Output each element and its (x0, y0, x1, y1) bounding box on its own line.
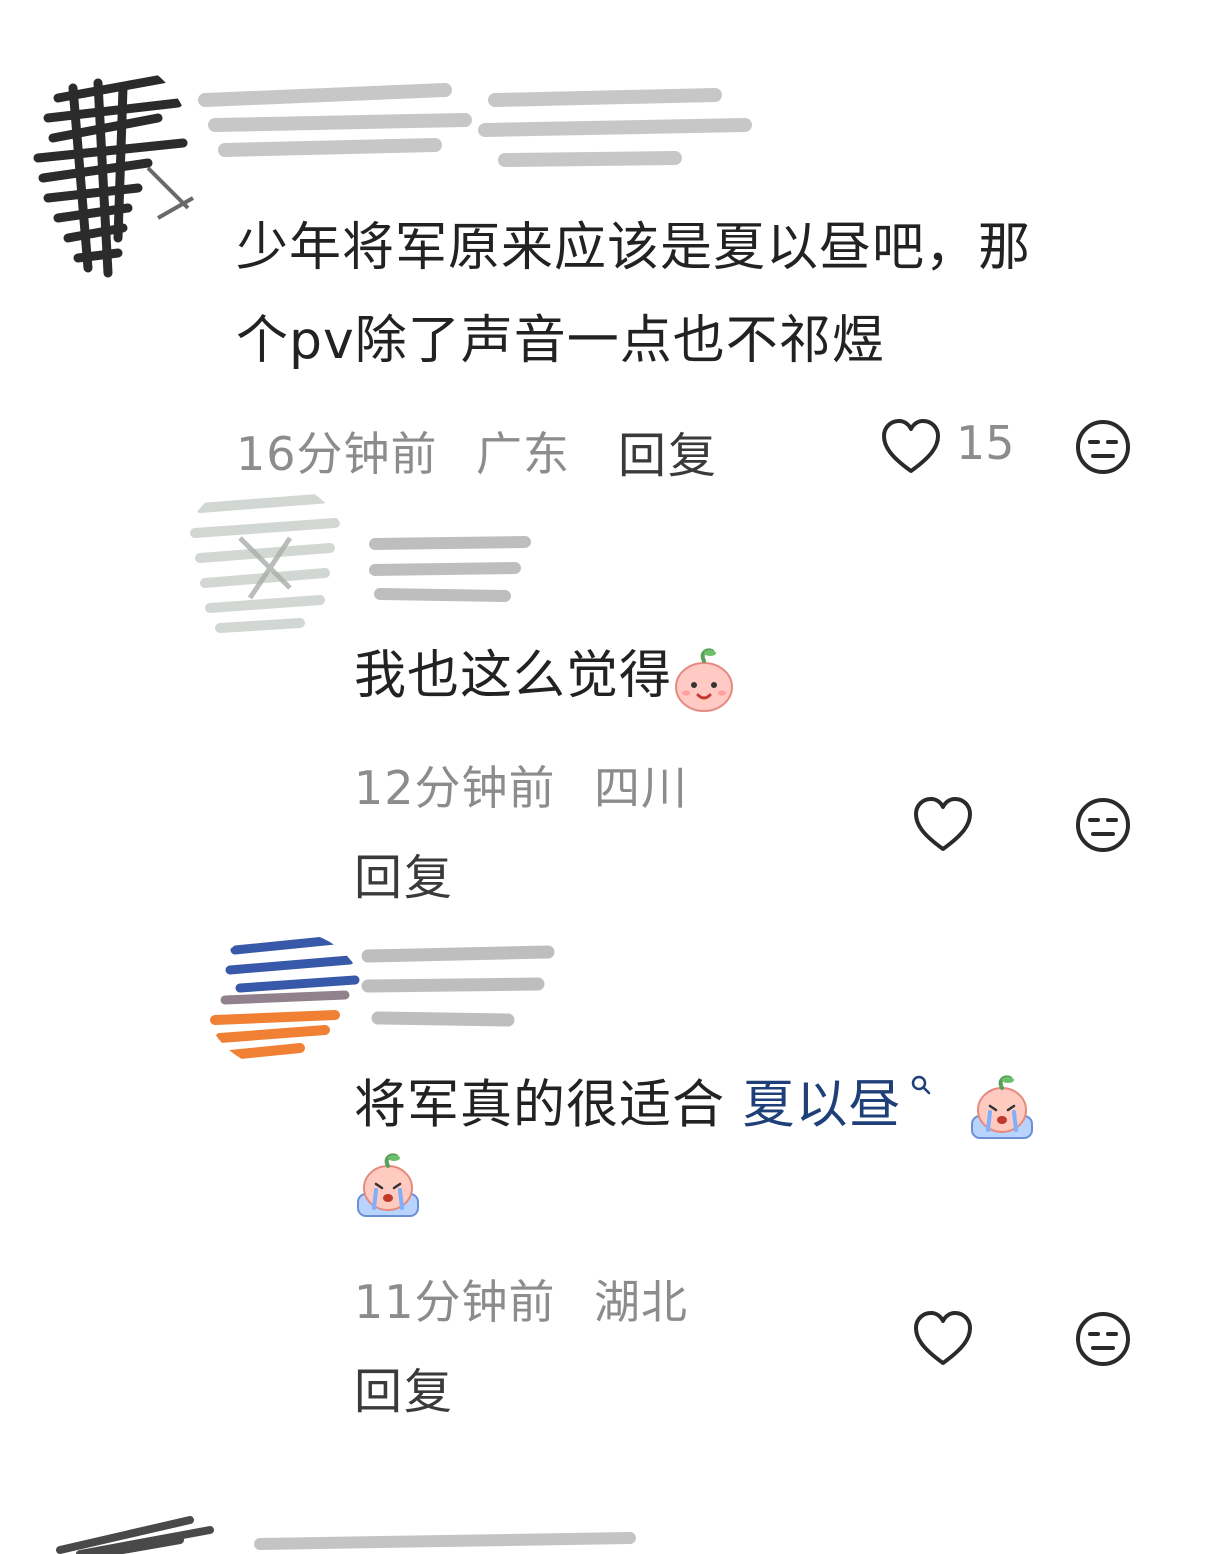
comment-location: 湖北 (594, 1275, 688, 1329)
avatar[interactable] (205, 930, 365, 1070)
search-icon[interactable] (902, 1075, 940, 1110)
reply-button[interactable]: 回复 (354, 838, 454, 908)
reply-button[interactable]: 回复 (618, 416, 718, 486)
comment-time: 11分钟前 (354, 1275, 556, 1329)
meh-face-icon[interactable] (1074, 796, 1132, 854)
comment-text-body: 我也这么觉得 (354, 646, 673, 706)
username-redacted (358, 942, 558, 1038)
comment-location: 四川 (594, 761, 688, 815)
meh-face-icon[interactable] (1074, 418, 1132, 476)
meh-face-icon[interactable] (1074, 1310, 1132, 1368)
comment-text: 我也这么觉得 (354, 630, 736, 722)
comment-location: 广东 (476, 427, 570, 481)
comment-time: 16分钟前 (236, 427, 438, 481)
comment-time: 12分钟前 (354, 761, 556, 815)
heart-icon[interactable] (912, 1310, 974, 1368)
avatar[interactable] (28, 58, 198, 288)
username-redacted (195, 80, 755, 190)
mention-link[interactable]: 夏以昼 (743, 1075, 902, 1135)
like-count: 15 (956, 416, 1015, 470)
username-redacted (250, 1520, 650, 1554)
comment-text: 将军真的很适合 夏以昼 (354, 1052, 1036, 1151)
heart-icon[interactable] (880, 418, 942, 476)
username-redacted (365, 532, 535, 612)
peach-smile-icon (672, 646, 736, 712)
comment-text-body: 将军真的很适合 (354, 1075, 743, 1136)
avatar[interactable] (40, 1500, 220, 1554)
peach-crying-icon (968, 1075, 1036, 1140)
comment-text-line: 少年将军原来应该是夏以昼吧，那 (236, 218, 1032, 278)
comment-text-line: 个pv除了声音一点也不祁煜 (236, 311, 885, 371)
reply-button[interactable]: 回复 (354, 1352, 454, 1422)
avatar[interactable] (180, 478, 350, 648)
heart-icon[interactable] (912, 796, 974, 854)
peach-crying-icon (354, 1150, 422, 1222)
